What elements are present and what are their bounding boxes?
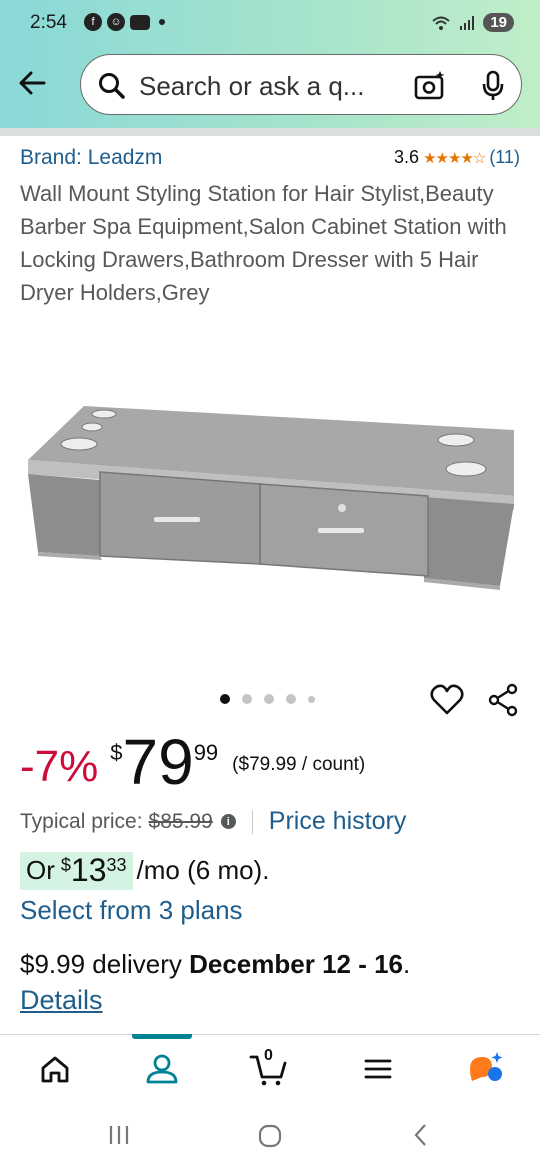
star-rating-icon: ★★★★☆ (423, 149, 486, 167)
info-icon[interactable]: i (220, 814, 236, 829)
image-carousel-indicator[interactable] (220, 694, 315, 704)
carousel-dot[interactable] (264, 694, 274, 704)
typical-price-value: $85.99 (148, 809, 213, 833)
signal-icon (460, 15, 475, 30)
status-time: 2:54 (30, 12, 67, 33)
price-block: -7% $ 79 99 ($79.99 / count) (20, 730, 365, 794)
share-icon[interactable] (486, 683, 520, 717)
price-currency: $ (110, 740, 123, 765)
select-plans-link[interactable]: Select from 3 plans (20, 895, 243, 926)
battery-level: 19 (483, 13, 514, 32)
bottom-navigation: 0 (0, 1034, 540, 1102)
installment-suffix: /mo (6 mo). (136, 855, 270, 885)
installment-currency: $ (60, 855, 71, 875)
active-tab-indicator (132, 1034, 192, 1039)
system-navigation-bar (0, 1102, 540, 1170)
carousel-dot[interactable] (286, 694, 296, 704)
price-whole: 79 (122, 726, 194, 798)
search-icon (99, 73, 125, 99)
home-button-icon[interactable] (256, 1122, 284, 1150)
product-image[interactable] (24, 400, 518, 600)
cart-button[interactable]: 0 (248, 1047, 288, 1089)
search-bar[interactable]: Search or ask a q... (80, 54, 522, 115)
price-history-link[interactable]: Price history (269, 807, 407, 836)
installment-whole: 13 (70, 852, 107, 888)
installment-prefix: Or (26, 855, 55, 885)
messenger-icon: ☺ (107, 13, 125, 31)
back-button-icon[interactable] (408, 1122, 434, 1148)
youtube-icon (130, 14, 150, 30)
delivery-dates: December 12 - 16 (189, 949, 404, 979)
cart-count: 0 (264, 1047, 273, 1064)
delivery-details-link[interactable]: Details (20, 985, 103, 1016)
typical-price-label: Typical price: (20, 809, 143, 833)
installment-fraction: 33 (106, 855, 127, 875)
carousel-dot[interactable] (308, 695, 315, 703)
home-icon[interactable] (35, 1049, 75, 1089)
facebook-icon: f (84, 13, 102, 31)
search-input[interactable]: Search or ask a q... (139, 71, 364, 102)
more-notifications-icon (159, 19, 165, 25)
unit-price: ($79.99 / count) (232, 754, 366, 775)
price-fraction: 99 (193, 740, 219, 765)
menu-icon[interactable] (358, 1049, 398, 1089)
recent-apps-icon[interactable] (106, 1122, 132, 1148)
discount-percent: -7% (20, 742, 99, 791)
camera-search-icon[interactable] (413, 69, 447, 103)
product-title: Wall Mount Styling Station for Hair Styl… (20, 181, 507, 305)
rating-summary[interactable]: 3.6 ★★★★☆ (11) (394, 147, 520, 168)
microphone-icon[interactable] (479, 69, 507, 103)
installment-highlight: Or $ 13 33 (20, 852, 133, 890)
status-bar: 2:54 f ☺ 19 (0, 0, 540, 48)
notification-icons: f ☺ (84, 13, 165, 31)
wishlist-heart-icon[interactable] (430, 683, 464, 717)
rufus-ai-icon[interactable] (466, 1049, 506, 1089)
rating-value: 3.6 (394, 147, 420, 167)
brand-link[interactable]: Brand: Leadzm (20, 146, 162, 170)
delivery-period: . (403, 949, 411, 979)
installment-offer: Or $ 13 33 /mo (6 mo). (20, 852, 269, 890)
wifi-icon (432, 16, 450, 30)
review-count-link[interactable]: (11) (489, 147, 520, 168)
typical-price-row: Typical price: $85.99 i Price history (20, 807, 406, 836)
system-status: 19 (431, 13, 514, 32)
header-divider (0, 128, 540, 136)
divider (251, 809, 253, 834)
delivery-info: $9.99 delivery December 12 - 16. (20, 949, 410, 980)
account-icon[interactable] (142, 1049, 182, 1089)
carousel-dot[interactable] (242, 694, 252, 704)
delivery-cost: $9.99 delivery (20, 949, 190, 979)
back-arrow-icon[interactable] (14, 64, 52, 102)
carousel-dot-active[interactable] (220, 694, 230, 704)
